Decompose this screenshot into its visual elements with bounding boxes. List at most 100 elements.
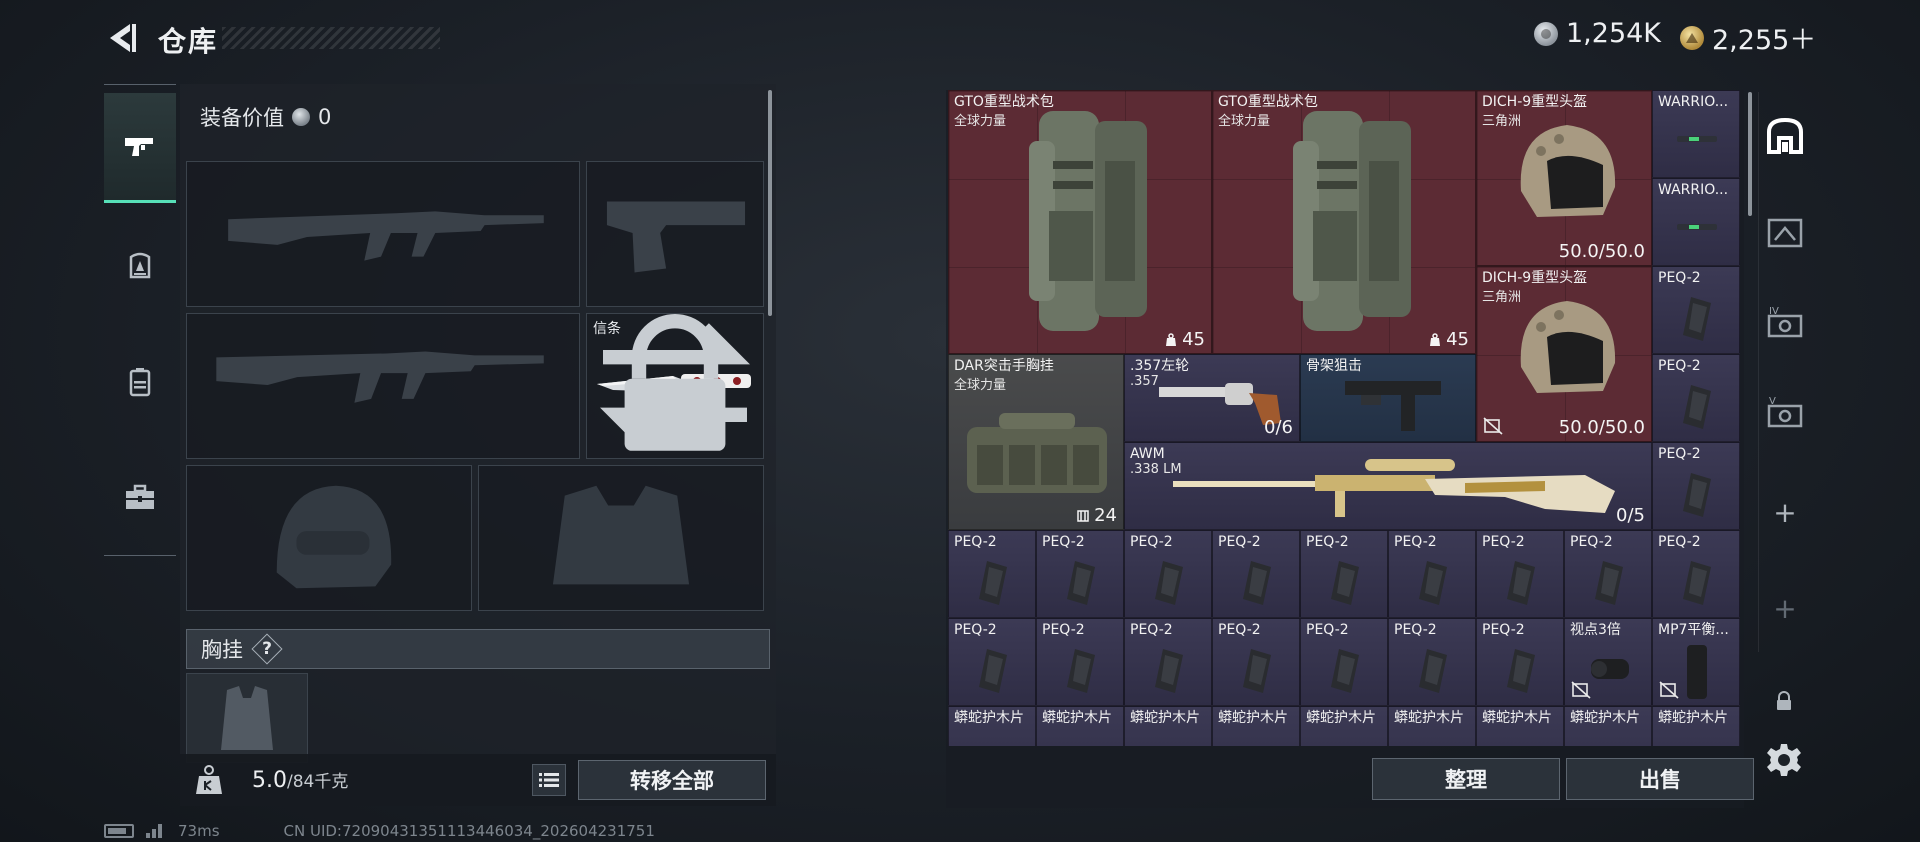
item-capacity-value: 45 xyxy=(1182,329,1205,350)
transfer-all-button[interactable]: 转移全部 xyxy=(578,760,766,800)
storage-item-peq2[interactable]: PEQ-2 xyxy=(1124,530,1212,618)
melee-weapon-slot[interactable]: 信条 xyxy=(586,313,764,459)
sell-button[interactable]: 出售 xyxy=(1566,758,1754,800)
storage-panel: GTO重型战术包 全球力量 45 GTO重型战术包 全球力量 45 DICH-9… xyxy=(946,90,1754,808)
storage-item-peq2[interactable]: PEQ-2 xyxy=(1036,618,1124,706)
settings-gear-icon[interactable] xyxy=(1766,742,1802,778)
helmet-slot[interactable] xyxy=(186,465,472,611)
storage-item-peq2[interactable]: PEQ-2 xyxy=(948,618,1036,706)
item-name: .357左轮 xyxy=(1130,358,1190,374)
storage-item-peq2[interactable]: PEQ-2 xyxy=(1388,530,1476,618)
peq-device-image xyxy=(1507,649,1535,693)
attachment-image xyxy=(1677,136,1717,142)
storage-item-peq2[interactable]: PEQ-2 xyxy=(1036,530,1124,618)
item-name: PEQ-2 xyxy=(1218,534,1261,550)
storage-item-gto-backpack-2[interactable]: GTO重型战术包 全球力量 45 xyxy=(1212,90,1476,354)
list-view-button[interactable] xyxy=(532,764,566,796)
item-name: PEQ-2 xyxy=(1482,534,1525,550)
storage-item-peq2[interactable]: PEQ-2 xyxy=(1124,618,1212,706)
storage-item-handguard-plate[interactable]: 蟒蛇护木片 xyxy=(948,706,1036,746)
storage-item-peq2[interactable]: PEQ-2 xyxy=(1388,618,1476,706)
help-icon[interactable]: ? xyxy=(253,635,281,663)
tab-case[interactable] xyxy=(104,443,176,553)
lock-icon[interactable] xyxy=(1774,690,1794,712)
storage-item-warrior-2[interactable]: WARRIO... xyxy=(1652,178,1740,266)
storage-item-dar-chest-rig[interactable]: DAR突击手胸挂 全球力量 24 xyxy=(948,354,1124,530)
briefcase-icon xyxy=(126,484,154,509)
storage-item-scope-3x[interactable]: 视点3倍 xyxy=(1564,618,1652,706)
item-name: PEQ-2 xyxy=(1482,622,1525,638)
storage-item-mp7[interactable]: MP7平衡... xyxy=(1652,618,1740,706)
storage-item-handguard-plate[interactable]: 蟒蛇护木片 xyxy=(1476,706,1564,746)
storage-item-peq2[interactable]: PEQ-2 xyxy=(1212,618,1300,706)
add-storage-button[interactable]: + xyxy=(1759,468,1811,556)
storage-item-peq2[interactable]: PEQ-2 xyxy=(1652,530,1740,618)
item-name: PEQ-2 xyxy=(1218,622,1261,638)
item-name: WARRIO... xyxy=(1658,182,1729,198)
tab-armor[interactable] xyxy=(104,211,176,321)
title-decoration xyxy=(222,27,440,49)
storage-item-peq2[interactable]: PEQ-2 xyxy=(948,530,1036,618)
primary-weapon-slot-1[interactable] xyxy=(186,161,580,307)
storage-item-handguard-plate[interactable]: 蟒蛇护木片 xyxy=(1564,706,1652,746)
tab-storage-v[interactable]: V xyxy=(1759,368,1811,456)
storage-item-peq2[interactable]: PEQ-2 xyxy=(1300,618,1388,706)
storage-item-peq2[interactable]: PEQ-2 xyxy=(1212,530,1300,618)
rig-capacity-icon xyxy=(1077,510,1089,522)
storage-item-peq2[interactable]: PEQ-2 xyxy=(1652,266,1740,354)
carry-weight: 5.0/84千克 xyxy=(252,767,348,793)
storage-item-handguard-plate[interactable]: 蟒蛇护木片 xyxy=(1036,706,1124,746)
tab-storage-iv[interactable]: IV xyxy=(1759,278,1811,366)
storage-item-peq2[interactable]: PEQ-2 xyxy=(1300,530,1388,618)
storage-item-peq2[interactable]: PEQ-2 xyxy=(1476,530,1564,618)
storage-item-handguard-plate[interactable]: 蟒蛇护木片 xyxy=(1212,706,1300,746)
storage-item-handguard-plate[interactable]: 蟒蛇护木片 xyxy=(1388,706,1476,746)
back-button[interactable] xyxy=(104,20,138,56)
storage-scrollbar[interactable] xyxy=(1748,92,1752,216)
chest-rig-slot[interactable] xyxy=(186,673,308,763)
storage-item-handguard-plate[interactable]: 蟒蛇护木片 xyxy=(1300,706,1388,746)
item-name: PEQ-2 xyxy=(1570,534,1613,550)
item-brand: 三角洲 xyxy=(1482,114,1522,129)
storage-item-peq2[interactable]: PEQ-2 xyxy=(1564,530,1652,618)
storage-item-peq2[interactable]: PEQ-2 xyxy=(1652,354,1740,442)
currency-silver[interactable]: 1,254K xyxy=(1534,18,1661,49)
secondary-weapon-slot[interactable] xyxy=(586,161,764,307)
tab-backpack[interactable] xyxy=(104,327,176,437)
body-armor-slot[interactable] xyxy=(478,465,764,611)
storage-item-warrior-1[interactable]: WARRIO... xyxy=(1652,90,1740,178)
list-icon xyxy=(539,773,559,787)
add-storage-button-disabled[interactable]: + xyxy=(1759,564,1811,652)
storage-box-icon xyxy=(1767,218,1803,248)
silver-amount: 1,254K xyxy=(1566,18,1662,49)
peq-device-image xyxy=(1067,561,1095,605)
storage-item-357-revolver[interactable]: .357左轮 .357 0/6 xyxy=(1124,354,1300,442)
tab-warehouse[interactable] xyxy=(1759,92,1811,180)
helmet-silhouette-icon xyxy=(276,485,392,589)
storage-item-awm[interactable]: AWM .338 LM 0/5 xyxy=(1124,442,1652,530)
pistol-silhouette-icon xyxy=(606,201,746,273)
peq-device-image xyxy=(1419,649,1447,693)
storage-item-handguard-plate[interactable]: 蟒蛇护木片 xyxy=(1652,706,1740,746)
storage-item-dich9-helmet-2[interactable]: DICH-9重型头盔 三角洲 50.0/50.0 xyxy=(1476,266,1652,442)
loadout-scrollbar[interactable] xyxy=(768,90,772,316)
storage-item-handguard-plate[interactable]: 蟒蛇护木片 xyxy=(1124,706,1212,746)
currency-gold[interactable]: 2,255＋ xyxy=(1680,18,1816,57)
sort-button[interactable]: 整理 xyxy=(1372,758,1560,800)
item-name: PEQ-2 xyxy=(1306,622,1349,638)
item-caliber: .338 LM xyxy=(1130,462,1182,477)
item-caliber: .357 xyxy=(1130,374,1159,389)
storage-item-skeleton-stock[interactable]: 骨架狙击 xyxy=(1300,354,1476,442)
tab-weapons[interactable] xyxy=(104,93,176,203)
tab-storage-2[interactable] xyxy=(1759,188,1811,276)
storage-item-peq2[interactable]: PEQ-2 xyxy=(1476,618,1564,706)
storage-item-gto-backpack-1[interactable]: GTO重型战术包 全球力量 45 xyxy=(948,90,1212,354)
equipment-value-amount: 0 xyxy=(318,105,332,129)
item-name: PEQ-2 xyxy=(1306,534,1349,550)
storage-item-dich9-helmet-1[interactable]: DICH-9重型头盔 三角洲 50.0/50.0 xyxy=(1476,90,1652,266)
storage-item-peq2[interactable]: PEQ-2 xyxy=(1652,442,1740,530)
primary-weapon-slot-2[interactable] xyxy=(186,313,580,459)
attachment-image xyxy=(1677,224,1717,230)
ping-text: 73ms xyxy=(178,822,220,840)
back-arrow-icon xyxy=(110,24,136,52)
